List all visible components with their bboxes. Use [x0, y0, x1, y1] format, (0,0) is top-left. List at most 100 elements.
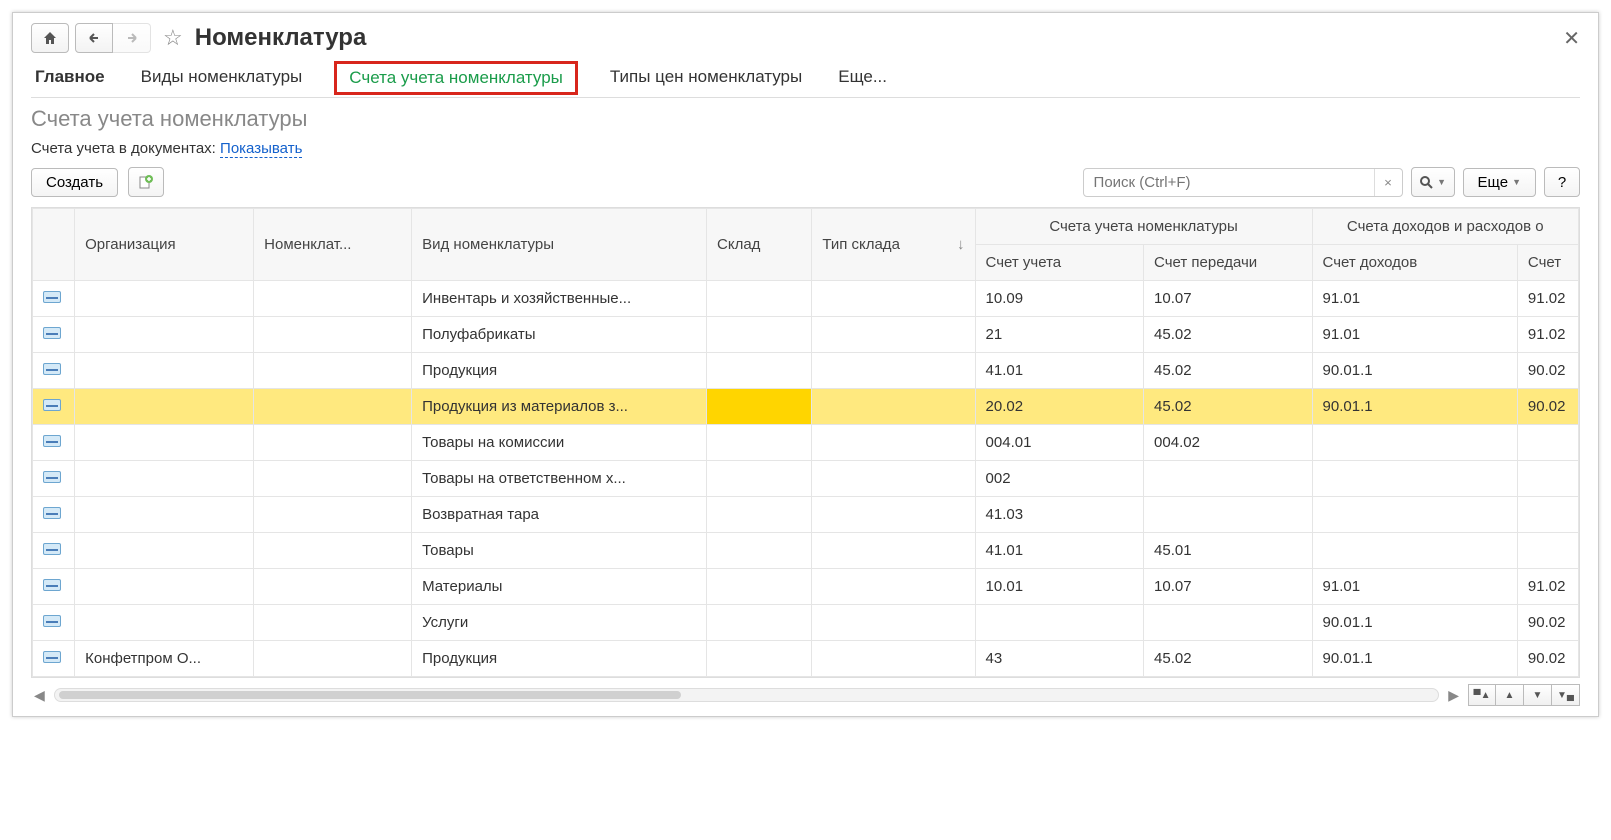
- cell-sklad: [707, 461, 812, 497]
- row-indicator-cell: [33, 533, 75, 569]
- tab-tipy-cen[interactable]: Типы цен номенклатуры: [606, 61, 806, 95]
- horizontal-scrollbar[interactable]: [54, 688, 1439, 702]
- arrow-left-icon: [86, 32, 102, 44]
- scroll-left-icon[interactable]: ◀: [31, 687, 48, 704]
- tab-more[interactable]: Еще...: [834, 61, 891, 95]
- cell-sklad: [707, 389, 812, 425]
- cell-vid: Полуфабрикаты: [412, 317, 707, 353]
- cell-tip-sklada: [812, 389, 975, 425]
- table-row[interactable]: Полуфабрикаты2145.0291.0191.02: [33, 317, 1579, 353]
- cell-schet-dohodov: 90.01.1: [1312, 641, 1517, 677]
- col-sklad[interactable]: Склад: [707, 209, 812, 281]
- cell-schet-dohodov: 91.01: [1312, 281, 1517, 317]
- table-row[interactable]: Товары41.0145.01: [33, 533, 1579, 569]
- col-group-income[interactable]: Счета доходов и расходов о: [1312, 209, 1578, 245]
- cell-schet-ucheta: 004.01: [975, 425, 1144, 461]
- cell-schet-ucheta: 41.01: [975, 533, 1144, 569]
- table-row[interactable]: Услуги90.01.190.02: [33, 605, 1579, 641]
- row-indicator-cell: [33, 569, 75, 605]
- record-icon: [43, 327, 61, 339]
- table-row[interactable]: Возвратная тара41.03: [33, 497, 1579, 533]
- back-button[interactable]: [75, 23, 113, 53]
- col-vid[interactable]: Вид номенклатуры: [412, 209, 707, 281]
- accounts-table: Организация Номенклат... Вид номенклатур…: [32, 208, 1579, 677]
- cell-nomencl: [254, 497, 412, 533]
- cell-schet-ucheta: 41.01: [975, 353, 1144, 389]
- cell-nomencl: [254, 533, 412, 569]
- cell-schet-peredachi: 45.01: [1144, 533, 1313, 569]
- search-clear-button[interactable]: ×: [1374, 169, 1402, 196]
- cell-schet-peredachi: 10.07: [1144, 569, 1313, 605]
- tab-scheta-ucheta[interactable]: Счета учета номенклатуры: [334, 61, 578, 95]
- table-row[interactable]: Товары на ответственном х...002: [33, 461, 1579, 497]
- tab-vidy[interactable]: Виды номенклатуры: [137, 61, 307, 95]
- tab-bar: Главное Виды номенклатуры Счета учета но…: [31, 61, 1580, 98]
- table-row[interactable]: Конфетпром О...Продукция4345.0290.01.190…: [33, 641, 1579, 677]
- scrollbar-thumb[interactable]: [59, 691, 682, 699]
- cell-schet-last: 90.02: [1517, 641, 1578, 677]
- cell-schet-dohodov: [1312, 461, 1517, 497]
- cell-sklad: [707, 497, 812, 533]
- cell-nomencl: [254, 605, 412, 641]
- cell-tip-sklada: [812, 641, 975, 677]
- accounts-in-docs-link[interactable]: Показывать: [220, 140, 302, 158]
- nav-up-button[interactable]: ▲: [1496, 684, 1524, 706]
- cell-schet-dohodov: 90.01.1: [1312, 389, 1517, 425]
- table-row[interactable]: Товары на комиссии004.01004.02: [33, 425, 1579, 461]
- row-indicator-cell: [33, 353, 75, 389]
- close-button[interactable]: ✕: [1563, 26, 1580, 51]
- help-button[interactable]: ?: [1544, 167, 1580, 197]
- copy-create-button[interactable]: [128, 167, 164, 197]
- table-row[interactable]: Продукция41.0145.0290.01.190.02: [33, 353, 1579, 389]
- record-icon: [43, 579, 61, 591]
- cell-nomencl: [254, 425, 412, 461]
- cell-org: [75, 389, 254, 425]
- cell-org: [75, 497, 254, 533]
- table-row[interactable]: Инвентарь и хозяйственные...10.0910.0791…: [33, 281, 1579, 317]
- cell-schet-peredachi: [1144, 497, 1313, 533]
- arrow-right-icon: [124, 32, 140, 44]
- cell-vid: Услуги: [412, 605, 707, 641]
- scroll-right-icon[interactable]: ▶: [1445, 687, 1462, 704]
- create-button[interactable]: Создать: [31, 168, 118, 197]
- search-dropdown-button[interactable]: ▼: [1411, 167, 1455, 197]
- cell-schet-dohodov: 91.01: [1312, 317, 1517, 353]
- chevron-down-icon: ▼: [1512, 177, 1521, 187]
- cell-schet-ucheta: 41.03: [975, 497, 1144, 533]
- cell-sklad: [707, 353, 812, 389]
- nav-first-button[interactable]: ▀▲: [1468, 684, 1496, 706]
- table-row[interactable]: Материалы10.0110.0791.0191.02: [33, 569, 1579, 605]
- nav-down-button[interactable]: ▼: [1524, 684, 1552, 706]
- col-tip-sklada[interactable]: Тип склада ↓: [812, 209, 975, 281]
- cell-tip-sklada: [812, 497, 975, 533]
- forward-button[interactable]: [113, 23, 151, 53]
- cell-schet-last: 90.02: [1517, 353, 1578, 389]
- col-organization[interactable]: Организация: [75, 209, 254, 281]
- cell-schet-peredachi: 45.02: [1144, 389, 1313, 425]
- col-schet-last[interactable]: Счет: [1517, 245, 1578, 281]
- cell-tip-sklada: [812, 605, 975, 641]
- col-schet-ucheta[interactable]: Счет учета: [975, 245, 1144, 281]
- cell-schet-ucheta: [975, 605, 1144, 641]
- cell-schet-last: 90.02: [1517, 389, 1578, 425]
- home-button[interactable]: [31, 23, 69, 53]
- cell-org: [75, 317, 254, 353]
- col-group-accounts[interactable]: Счета учета номенклатуры: [975, 209, 1312, 245]
- cell-tip-sklada: [812, 533, 975, 569]
- more-button[interactable]: Еще ▼: [1463, 168, 1536, 197]
- cell-schet-ucheta: 21: [975, 317, 1144, 353]
- cell-org: [75, 605, 254, 641]
- col-schet-dohodov[interactable]: Счет доходов: [1312, 245, 1517, 281]
- cell-org: [75, 425, 254, 461]
- nav-last-button[interactable]: ▼▄: [1552, 684, 1580, 706]
- cell-nomencl: [254, 281, 412, 317]
- col-schet-peredachi[interactable]: Счет передачи: [1144, 245, 1313, 281]
- cell-schet-dohodov: [1312, 497, 1517, 533]
- search-input[interactable]: [1084, 169, 1374, 196]
- table-row[interactable]: Продукция из материалов з...20.0245.0290…: [33, 389, 1579, 425]
- col-nomenclature[interactable]: Номенклат...: [254, 209, 412, 281]
- record-icon: [43, 435, 61, 447]
- tab-main[interactable]: Главное: [31, 61, 109, 95]
- cell-nomencl: [254, 353, 412, 389]
- favorite-star-icon[interactable]: ☆: [163, 25, 183, 51]
